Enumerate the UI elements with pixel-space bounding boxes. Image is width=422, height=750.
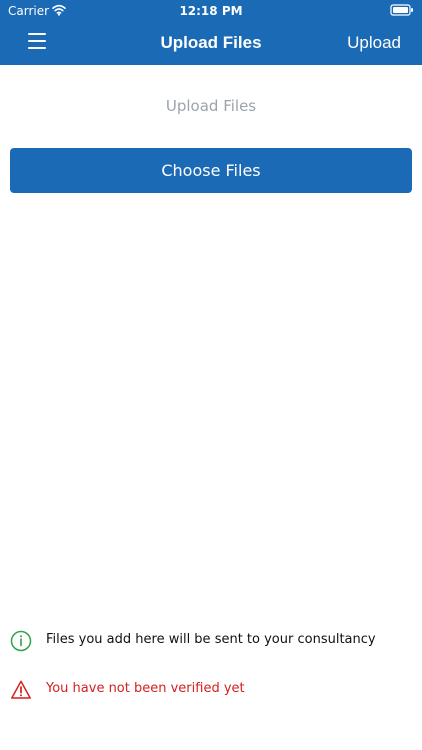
battery-icon xyxy=(390,4,413,16)
upload-button[interactable]: Upload xyxy=(347,32,401,53)
choose-files-button[interactable]: Choose Files xyxy=(10,148,412,193)
warning-notice: You have not been verified yet xyxy=(10,677,400,701)
info-notice-text: Files you add here will be sent to your … xyxy=(46,632,376,647)
status-time: 12:18 PM xyxy=(179,4,243,18)
status-bar: Carrier 12:18 PM xyxy=(0,0,422,22)
info-notice: Files you add here will be sent to your … xyxy=(10,628,400,652)
navigation-bar: Upload Files Upload xyxy=(0,22,422,65)
choose-files-label: Choose Files xyxy=(161,160,261,180)
warning-notice-text: You have not been verified yet xyxy=(46,681,245,696)
upload-files-screen: Carrier 12:18 PM Upload Files Upload Upl… xyxy=(0,0,422,750)
info-icon xyxy=(10,630,32,652)
warning-icon xyxy=(11,680,31,699)
upload-files-heading: Upload Files xyxy=(165,97,257,115)
top-bar: Carrier 12:18 PM Upload Files Upload xyxy=(0,0,422,65)
